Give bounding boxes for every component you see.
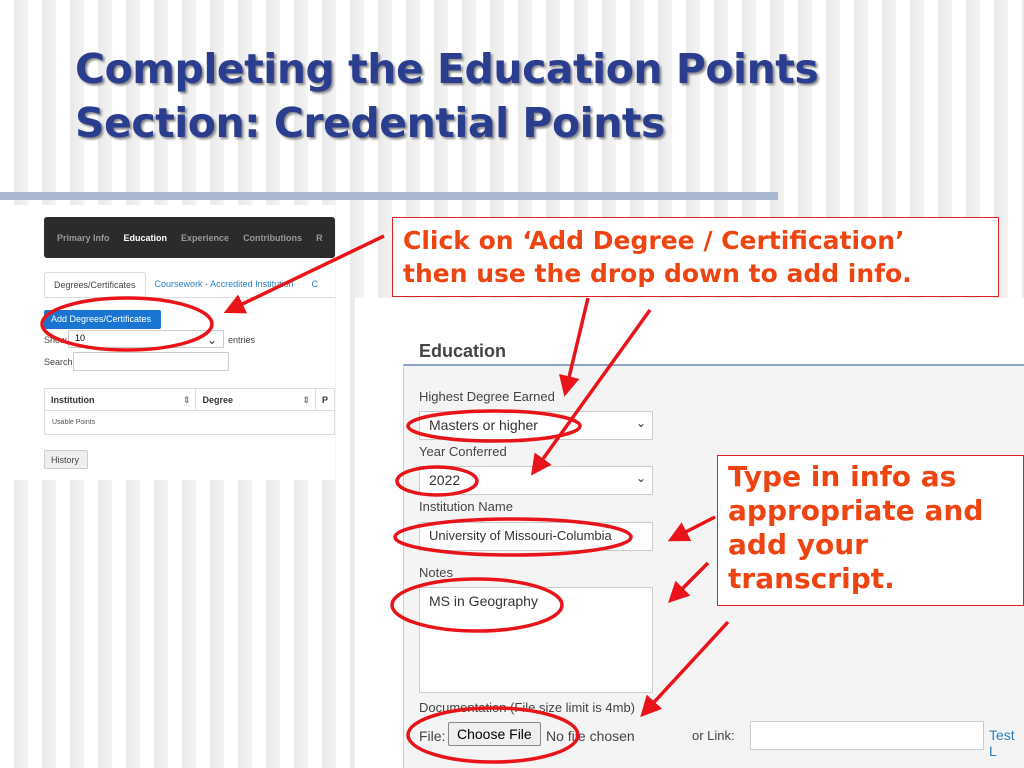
highlight-ellipse: [406, 706, 580, 764]
arrow: [668, 561, 710, 603]
highlight-ellipse: [393, 517, 633, 557]
arrow: [667, 515, 716, 542]
arrow: [640, 620, 730, 718]
highlight-ellipse: [406, 409, 582, 443]
highlight-ellipse: [40, 296, 214, 352]
arrow: [530, 308, 652, 476]
arrow: [559, 297, 590, 397]
highlight-ellipse: [395, 465, 479, 497]
annotations: [40, 234, 730, 764]
highlight-ellipse: [390, 577, 564, 633]
arrow: [223, 234, 385, 314]
